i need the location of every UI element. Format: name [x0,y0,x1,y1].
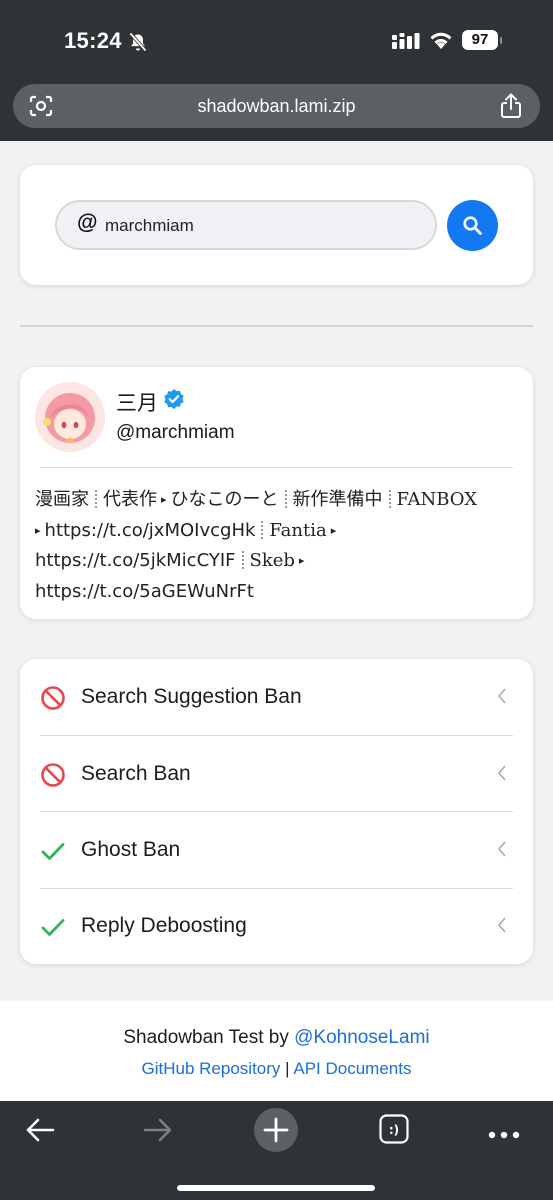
bio-fantia-label: Fantia [269,519,327,541]
bio-text: 新作準備中 [292,489,383,510]
battery-indicator: 97 [462,30,502,50]
status-time: 15:24 [64,28,122,53]
share-icon[interactable] [500,93,522,124]
chevron-left-icon[interactable] [497,687,507,710]
verified-badge-icon [163,388,185,415]
search-icon [463,216,482,235]
avatar[interactable] [35,382,105,452]
tabs-icon[interactable]: :) [379,1114,409,1149]
bio-fanbox-label: FANBOX [396,489,478,510]
bio-link[interactable]: https://t.co/5jkMicCYIF [35,550,236,571]
api-documents-link[interactable]: API Documents [293,1059,411,1078]
bio-text: 漫画家 [35,489,89,510]
result-row-reply-deboosting[interactable]: Reply Deboosting [40,888,513,964]
search-button[interactable] [447,200,498,251]
bio-text: 代表作 [103,489,157,510]
bio-link[interactable]: https://t.co/jxMOIvcgHk [45,520,256,541]
svg-text::): :) [389,1123,399,1137]
footer-links: GitHub Repository | API Documents [0,1059,553,1079]
result-label: Ghost Ban [81,838,181,861]
github-repository-link[interactable]: GitHub Repository [142,1059,281,1078]
bio-text: ひなこのーと [170,489,279,510]
new-tab-plus-icon[interactable] [253,1107,299,1158]
result-label: Reply Deboosting [81,914,247,937]
footer-credit: Shadowban Test by @KohnoseLami [0,1027,553,1049]
results-card: Search Suggestion Ban Search Ban Ghost B… [20,659,533,964]
profile-display-name: 三月 [116,391,158,415]
url-text[interactable]: shadowban.lami.zip [13,96,540,117]
chevron-left-icon[interactable] [497,840,507,863]
result-label: Search Suggestion Ban [81,685,302,708]
footer-credit-prefix: Shadowban Test by [123,1027,295,1048]
wifi-icon [428,30,454,55]
author-link[interactable]: @KohnoseLami [294,1027,429,1048]
checkmark-icon [40,914,66,945]
result-row-ghost-ban[interactable]: Ghost Ban [40,812,513,888]
home-indicator [177,1185,375,1191]
footer-link-divider: | [285,1059,290,1078]
back-arrow-icon[interactable] [25,1117,55,1148]
status-bar: 15:24 97 [0,0,553,80]
browser-top-bar: 15:24 97 shadowban.lami.zip [0,0,553,141]
page-footer: Shadowban Test by @KohnoseLami GitHub Re… [0,1001,553,1101]
bio-skeb-label: Skeb [249,550,295,571]
section-divider [20,325,533,327]
browser-bottom-toolbar: :) [0,1101,553,1200]
result-label: Search Ban [81,762,191,785]
result-row-search-suggestion-ban[interactable]: Search Suggestion Ban [40,659,513,735]
prohibited-icon [40,685,66,716]
username-search-input[interactable]: @ marchmiam [55,200,437,250]
profile-separator [40,467,513,468]
profile-card: 三月 @marchmiam 漫画家 代表作 ▸ ひなこのーと 新作準備中 FANBOX ▸… [20,367,533,619]
result-row-search-ban[interactable]: Search Ban [40,736,513,812]
chevron-left-icon[interactable] [497,916,507,939]
address-bar[interactable]: shadowban.lami.zip [13,84,540,128]
profile-handle: @marchmiam [116,422,235,443]
prohibited-icon [40,762,66,793]
more-options-icon[interactable] [488,1126,520,1144]
cellular-signal-icon [392,33,420,54]
at-sign-icon: @ [77,211,98,234]
bell-muted-icon [128,32,148,57]
checkmark-icon [40,838,66,869]
chevron-left-icon[interactable] [497,764,507,787]
search-card: @ marchmiam [20,165,533,285]
bio-link[interactable]: https://t.co/5aGEWuNrFt [35,581,254,602]
profile-bio: 漫画家 代表作 ▸ ひなこのーと 新作準備中 FANBOX ▸ https://t.co/j… [35,489,478,602]
search-input-value[interactable]: marchmiam [105,216,194,236]
forward-arrow-icon[interactable] [143,1117,173,1148]
